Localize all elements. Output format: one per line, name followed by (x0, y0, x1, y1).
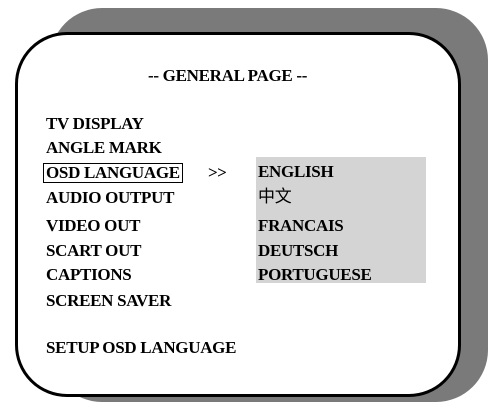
menu-item-scart-out[interactable]: SCART OUT (46, 241, 141, 261)
option-deutsch[interactable]: DEUTSCH (258, 241, 338, 261)
page-title: -- GENERAL PAGE -- (148, 66, 308, 85)
option-portuguese[interactable]: PORTUGUESE (258, 265, 372, 285)
option-francais[interactable]: FRANCAIS (258, 216, 344, 236)
menu-item-video-out[interactable]: VIDEO OUT (46, 216, 140, 236)
option-chinese[interactable]: 中文 (258, 187, 292, 207)
language-options-list: ENGLISH 中文 FRANCAIS DEUTSCH PORTUGUESE (256, 157, 426, 285)
option-english[interactable]: ENGLISH (258, 162, 334, 182)
submenu-arrow-indicator: >> (208, 163, 227, 182)
menu-item-screen-saver[interactable]: SCREEN SAVER (46, 291, 171, 311)
menu-item-angle-mark[interactable]: ANGLE MARK (46, 138, 162, 158)
menu-item-tv-display[interactable]: TV DISPLAY (46, 114, 144, 134)
menu-item-captions[interactable]: CAPTIONS (46, 265, 132, 285)
menu-item-osd-language[interactable]: OSD LANGUAGE (43, 163, 183, 183)
help-text: SETUP OSD LANGUAGE (46, 338, 237, 357)
menu-item-audio-output[interactable]: AUDIO OUTPUT (46, 188, 174, 208)
